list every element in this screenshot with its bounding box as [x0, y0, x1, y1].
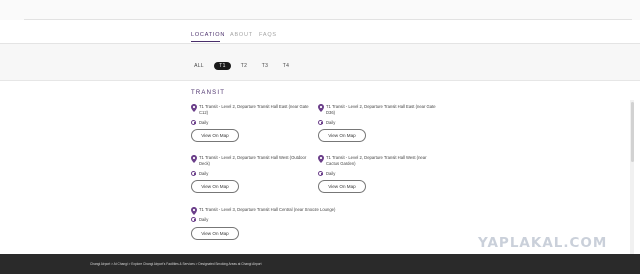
view-on-map-button[interactable]: View On Map: [318, 180, 366, 193]
location-card: T1 Transit - Level 2, Departure Transit …: [191, 104, 311, 150]
opening-hours: Daily: [326, 120, 336, 125]
clock-icon: [191, 120, 196, 125]
tab-faqs[interactable]: FAQS: [259, 32, 277, 38]
filter-t3[interactable]: T3: [257, 62, 273, 70]
location-text: T1 Transit - Level 2, Departure Transit …: [199, 104, 309, 115]
clock-icon: [191, 217, 196, 222]
clock-icon: [191, 171, 196, 176]
location-pin-icon: [191, 104, 197, 112]
location-pin-icon: [318, 155, 324, 163]
breadcrumb[interactable]: Changi Airport > At Changi > Explore Cha…: [90, 262, 262, 266]
filter-t1[interactable]: T1: [214, 62, 231, 70]
location-card: T1 Transit - Level 3, Departure Transit …: [191, 207, 351, 253]
location-card: T1 Transit - Level 2, Departure Transit …: [191, 155, 311, 201]
location-pin-icon: [191, 155, 197, 163]
filter-t4[interactable]: T4: [278, 62, 294, 70]
view-on-map-button[interactable]: View On Map: [191, 129, 239, 142]
clock-icon: [318, 120, 323, 125]
tab-about[interactable]: ABOUT: [230, 32, 253, 38]
tab-location[interactable]: LOCATION: [191, 32, 225, 38]
opening-hours: Daily: [199, 171, 209, 176]
opening-hours: Daily: [199, 120, 209, 125]
terminal-filter-bar: [0, 44, 640, 81]
location-text: T1 Transit - Level 2, Departure Transit …: [199, 155, 307, 166]
view-on-map-button[interactable]: View On Map: [318, 129, 366, 142]
location-card: T1 Transit - Level 2, Departure Transit …: [318, 104, 438, 150]
opening-hours: Daily: [326, 171, 336, 176]
section-title: TRANSIT: [191, 90, 226, 96]
location-text: T1 Transit - Level 2, Departure Transit …: [326, 104, 436, 115]
view-on-map-button[interactable]: View On Map: [191, 227, 239, 240]
watermark-text: YAPLAKAL.COM: [478, 235, 608, 251]
top-header-area: [0, 0, 640, 20]
location-text: T1 Transit - Level 2, Departure Transit …: [326, 155, 427, 166]
opening-hours: Daily: [199, 217, 209, 222]
filter-all[interactable]: ALL: [190, 62, 208, 70]
footer: Changi Airport > At Changi > Explore Cha…: [0, 254, 640, 274]
filter-t2[interactable]: T2: [236, 62, 252, 70]
clock-icon: [318, 171, 323, 176]
location-text: T1 Transit - Level 3, Departure Transit …: [199, 207, 336, 212]
location-pin-icon: [191, 207, 197, 215]
scrollbar-thumb[interactable]: [630, 102, 634, 162]
content-tabs: LOCATION ABOUT FAQS: [0, 20, 640, 44]
view-on-map-button[interactable]: View On Map: [191, 180, 239, 193]
location-pin-icon: [318, 104, 324, 112]
location-card: T1 Transit - Level 2, Departure Transit …: [318, 155, 438, 201]
